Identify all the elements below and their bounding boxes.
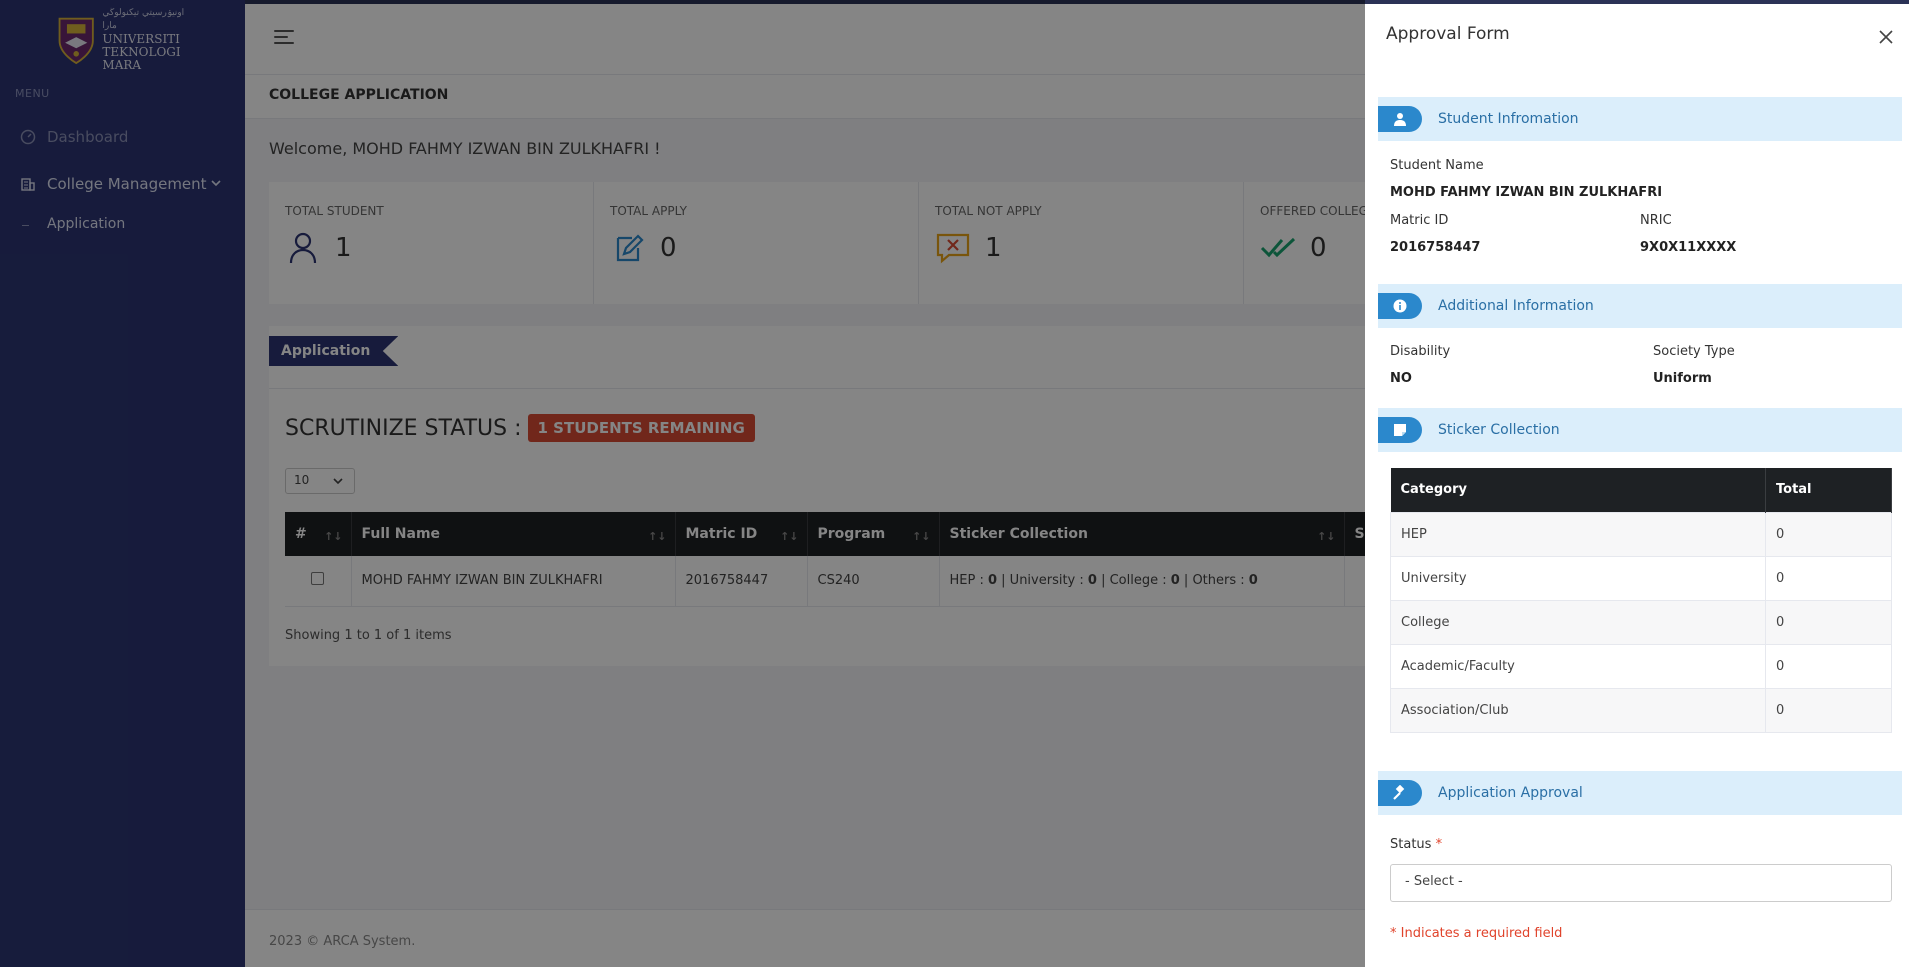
student-name-value: MOHD FAHMY IZWAN BIN ZULKHAFRI [1390, 185, 1663, 200]
disability-value: NO [1390, 371, 1412, 386]
status-select-value: - Select - [1405, 874, 1463, 889]
category-cell: University [1390, 555, 1766, 601]
table-row: Association/Club 0 [1390, 687, 1892, 733]
column-header: Total [1765, 468, 1892, 512]
approval-form-panel: Approval Form Student Infromation Studen… [1365, 4, 1909, 967]
column-header: Category [1390, 468, 1766, 512]
table-row: HEP 0 [1390, 511, 1892, 557]
category-cell: College [1390, 599, 1766, 645]
required-mark: * [1435, 837, 1443, 852]
total-cell: 0 [1765, 599, 1892, 645]
matric-label: Matric ID [1390, 213, 1449, 228]
total-cell: 0 [1765, 511, 1892, 557]
modal-backdrop[interactable] [0, 0, 1365, 967]
panel-title: Approval Form [1386, 24, 1510, 44]
section-title: Additional Information [1438, 298, 1594, 314]
total-cell: 0 [1765, 555, 1892, 601]
section-title: Application Approval [1438, 785, 1583, 801]
section-title: Student Infromation [1438, 111, 1579, 127]
category-cell: Academic/Faculty [1390, 643, 1766, 689]
status-select[interactable]: - Select - [1390, 864, 1892, 902]
user-icon [1394, 113, 1406, 126]
table-row: University 0 [1390, 555, 1892, 601]
category-cell: HEP [1390, 511, 1766, 557]
nric-value: 9X0X11XXXX [1640, 240, 1737, 255]
section-additional-information: Additional Information [1378, 284, 1902, 328]
matric-value: 2016758447 [1390, 240, 1481, 255]
nric-label: NRIC [1640, 213, 1672, 228]
section-application-approval: Application Approval [1378, 771, 1902, 815]
total-cell: 0 [1765, 643, 1892, 689]
society-type-label: Society Type [1653, 344, 1735, 359]
society-type-value: Uniform [1653, 371, 1712, 386]
sticky-note-icon [1394, 424, 1406, 436]
table-row: Academic/Faculty 0 [1390, 643, 1892, 689]
gavel-icon [1393, 785, 1405, 800]
disability-label: Disability [1390, 344, 1451, 359]
table-row: College 0 [1390, 599, 1892, 645]
sticker-collection-table: Category Total HEP 0 University 0 College 0… [1390, 468, 1892, 733]
student-name-label: Student Name [1390, 158, 1484, 173]
section-sticker-collection: Sticker Collection [1378, 408, 1902, 452]
info-icon [1393, 299, 1407, 313]
status-label: Status * [1390, 837, 1443, 852]
required-field-note: * Indicates a required field [1390, 926, 1563, 941]
section-title: Sticker Collection [1438, 422, 1560, 438]
section-student-information: Student Infromation [1378, 97, 1902, 141]
total-cell: 0 [1765, 687, 1892, 733]
close-icon[interactable] [1877, 28, 1895, 46]
category-cell: Association/Club [1390, 687, 1766, 733]
